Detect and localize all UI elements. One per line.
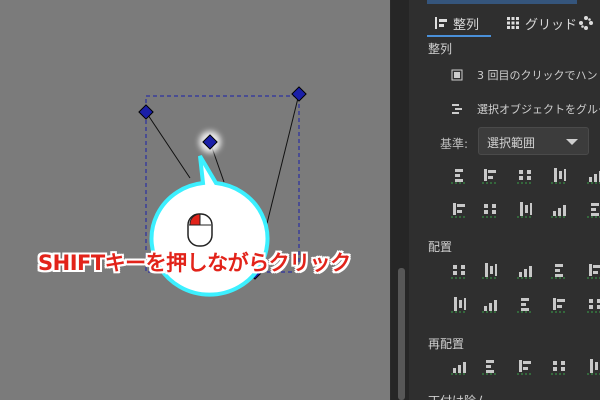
section-title-distribute: 配置 (428, 240, 453, 254)
distribute-icon (579, 16, 593, 30)
hint-text: SHIFTキーを押しながらクリック (38, 251, 351, 275)
option-third-click-label: 3 回目のクリックでハンドル (477, 69, 600, 82)
option-treat-as-group-label: 選択オブジェクトをグループ (477, 103, 600, 116)
rearrange-button-icon[interactable] (515, 356, 535, 376)
distribute-button-icon[interactable] (449, 260, 469, 280)
align-icon (434, 16, 448, 30)
align-button-icon[interactable] (449, 165, 469, 185)
section-title-align: 整列 (428, 42, 453, 56)
canvas-drawing[interactable] (0, 0, 390, 400)
active-tab-indicator (427, 35, 491, 37)
rearrange-button-icon[interactable] (449, 356, 469, 376)
align-button-icon[interactable] (585, 199, 600, 219)
vertical-scrollbar[interactable] (398, 268, 405, 400)
align-button-icon[interactable] (480, 199, 500, 219)
option-third-click-handle[interactable]: 3 回目のクリックでハンドル (451, 67, 600, 83)
tab-grid[interactable]: グリッド (506, 12, 577, 34)
align-button-icon[interactable] (480, 165, 500, 185)
option-treat-as-group[interactable]: 選択オブジェクトをグループ (451, 101, 600, 117)
relative-to-select[interactable]: 選択範囲 (478, 127, 589, 155)
rearrange-button-icon[interactable] (480, 356, 500, 376)
canvas-area[interactable]: SHIFTキーを押しながらクリック (0, 0, 391, 400)
path-segment (145, 111, 191, 179)
distribute-button-icon[interactable] (585, 260, 600, 280)
node-handle[interactable] (138, 104, 154, 120)
tab-align[interactable]: 整列 (434, 12, 479, 34)
align-button-icon[interactable] (515, 165, 535, 185)
distribute-button-icon[interactable] (480, 260, 500, 280)
tab-circular[interactable] (579, 12, 598, 34)
tab-align-label: 整列 (453, 17, 480, 33)
distribute-button-icon[interactable] (515, 260, 535, 280)
rearrange-button-icon[interactable] (549, 356, 569, 376)
align-distribute-panel: 整列 グリッド 整列 3 回目のクリックでハンドル 選択オブジェクトをグループ … (409, 0, 600, 400)
base-label: 基準: (440, 137, 469, 151)
distribute-button-icon[interactable] (515, 294, 535, 314)
tab-grid-label: グリッド (525, 17, 578, 33)
distribute-button-icon[interactable] (585, 294, 600, 314)
relative-to-value: 選択範囲 (487, 136, 536, 150)
align-button-icon[interactable] (549, 165, 569, 185)
rearrange-button-icon[interactable] (585, 356, 600, 376)
chevron-down-icon (566, 139, 578, 145)
distribute-button-icon[interactable] (480, 294, 500, 314)
align-button-icon[interactable] (515, 199, 535, 219)
node-handle[interactable] (291, 86, 307, 102)
distribute-button-icon[interactable] (449, 294, 469, 314)
align-button-icon[interactable] (585, 165, 600, 185)
mouse-left-click-icon (187, 213, 213, 247)
group-align-icon (452, 104, 462, 114)
square-frame-icon (451, 69, 463, 81)
align-button-icon[interactable] (449, 199, 469, 219)
panel-top-strip (427, 0, 577, 4)
distribute-button-icon[interactable] (549, 294, 569, 314)
section-title-remove-overlaps: 丁付け除ム (428, 392, 488, 400)
distribute-button-icon[interactable] (549, 260, 569, 280)
grid-icon (506, 16, 520, 30)
align-button-icon[interactable] (549, 199, 569, 219)
section-title-rearrange: 再配置 (428, 337, 465, 351)
